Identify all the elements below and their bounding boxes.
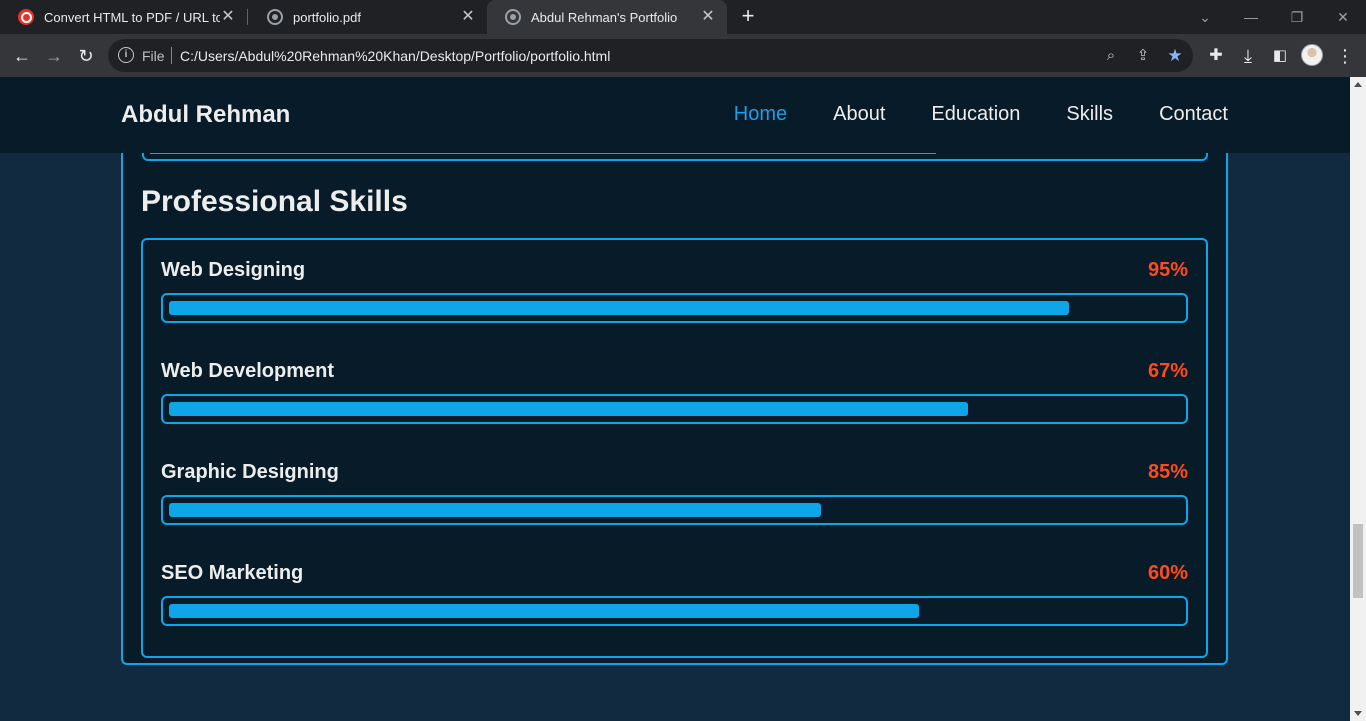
scroll-down-arrow-icon[interactable] — [1354, 711, 1362, 716]
bookmark-star-icon[interactable]: ★ — [1164, 45, 1186, 67]
reload-icon[interactable]: ↻ — [72, 42, 100, 70]
nav-about[interactable]: About — [833, 103, 885, 126]
globe-icon — [267, 9, 283, 25]
site-logo[interactable]: Abdul Rehman — [121, 101, 290, 129]
skill-percent: 67% — [1147, 360, 1188, 382]
menu-kebab-icon[interactable]: ⋮ — [1331, 42, 1359, 70]
skill-name: SEO Marketing — [161, 562, 304, 584]
back-arrow-icon[interactable]: ← — [8, 42, 36, 70]
skill-progress-fill — [169, 604, 919, 618]
skill-progress-track — [161, 394, 1188, 424]
address-bar[interactable]: i File C:/Users/Abdul%20Rehman%20Khan/De… — [108, 39, 1193, 72]
close-icon[interactable]: ✕ — [459, 8, 477, 26]
tab-search-icon[interactable]: ⌄ — [1182, 0, 1228, 34]
skill-progress-fill — [169, 402, 968, 416]
site-header: Abdul Rehman Home About Education Skills… — [0, 77, 1350, 153]
tab-title: Abdul Rehman's Portfolio — [531, 9, 678, 25]
globe-icon — [505, 9, 521, 25]
scrollbar-thumb[interactable] — [1353, 524, 1363, 598]
close-icon[interactable]: ✕ — [219, 8, 237, 26]
page-scrollbar[interactable] — [1350, 77, 1366, 721]
minimize-button[interactable]: — — [1228, 0, 1274, 34]
skill-percent: 85% — [1147, 461, 1188, 483]
restore-button[interactable]: ❐ — [1274, 0, 1320, 34]
new-tab-button[interactable]: + — [737, 5, 759, 27]
skill-progress-fill — [169, 301, 1069, 315]
nav-contact[interactable]: Contact — [1159, 103, 1228, 126]
nav-skills[interactable]: Skills — [1066, 103, 1113, 126]
site-nav: Home About Education Skills Contact — [734, 103, 1228, 126]
share-icon[interactable]: ⇪ — [1132, 45, 1154, 67]
scroll-up-arrow-icon[interactable] — [1354, 82, 1362, 87]
address-divider — [171, 47, 172, 64]
nav-home[interactable]: Home — [734, 103, 787, 126]
zoom-icon[interactable]: ⌕ — [1100, 45, 1122, 67]
ilovepdf-icon — [18, 9, 34, 25]
tab-portfolio-pdf[interactable]: portfolio.pdf ✕ — [249, 0, 487, 34]
address-url[interactable]: C:/Users/Abdul%20Rehman%20Khan/Desktop/P… — [180, 48, 610, 64]
skill-progress-track — [161, 495, 1188, 525]
skill-progress-track — [161, 596, 1188, 626]
tab-title: portfolio.pdf — [293, 9, 361, 25]
scheme-label: File — [142, 48, 165, 64]
nav-education[interactable]: Education — [931, 103, 1020, 126]
browser-tabstrip: Convert HTML to PDF / URL to PI ✕ portfo… — [0, 0, 1366, 34]
close-window-button[interactable]: ✕ — [1320, 0, 1366, 34]
skill-name: Graphic Designing — [161, 461, 339, 483]
tab-portfolio[interactable]: Abdul Rehman's Portfolio ✕ — [487, 0, 727, 34]
tab-separator — [247, 9, 248, 25]
forward-arrow-icon[interactable]: → — [40, 42, 68, 70]
close-icon[interactable]: ✕ — [699, 8, 717, 26]
skill-name: Web Designing — [161, 259, 306, 281]
side-panel-icon[interactable]: ◧ — [1266, 42, 1294, 70]
section-title: Professional Skills — [141, 185, 408, 218]
skill-progress-fill — [169, 503, 821, 517]
browser-toolbar: ← → ↻ i File C:/Users/Abdul%20Rehman%20K… — [0, 34, 1366, 77]
skill-name: Web Development — [161, 360, 334, 382]
info-icon[interactable]: i — [118, 47, 134, 63]
page-viewport: Professional Skills Web Designing 95% We… — [0, 77, 1350, 721]
download-icon[interactable]: ⤓ — [1234, 42, 1262, 70]
skill-percent: 95% — [1147, 259, 1188, 281]
profile-avatar[interactable] — [1301, 44, 1323, 66]
extensions-puzzle-icon[interactable]: ✚ — [1202, 42, 1230, 70]
skill-percent: 60% — [1147, 562, 1188, 584]
tab-convert-html[interactable]: Convert HTML to PDF / URL to PI ✕ — [0, 0, 247, 34]
tab-title: Convert HTML to PDF / URL to PI — [44, 9, 220, 25]
skill-progress-track — [161, 293, 1188, 323]
